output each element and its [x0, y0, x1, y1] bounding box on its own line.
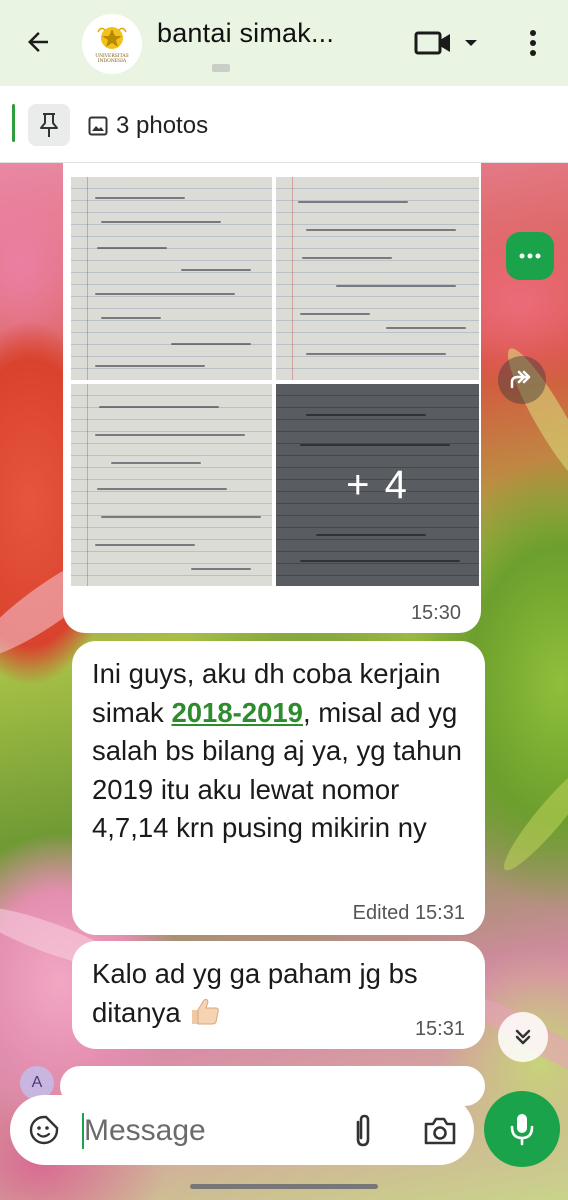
message-text: Ini guys, aku dh coba kerjain simak 2018… [92, 658, 462, 843]
forward-icon [510, 370, 531, 389]
message-time: 15:31 [414, 1018, 465, 1040]
pin-icon [40, 113, 58, 137]
text-message-bubble[interactable]: Kalo ad yg ga paham jg bs ditanya 15:31 [72, 941, 485, 1049]
forward-button[interactable] [498, 356, 546, 404]
photo-thumbnail-more[interactable]: + 4 [276, 384, 479, 586]
more-horiz-icon [519, 253, 541, 259]
photo-thumbnail[interactable] [71, 177, 272, 380]
pinned-message-bar[interactable] [0, 86, 568, 163]
message-link[interactable]: 2018-2019 [171, 697, 303, 728]
mic-icon [510, 1114, 534, 1146]
edited-label: Edited [352, 902, 410, 924]
attach-button[interactable] [346, 1112, 380, 1150]
message-text: Kalo ad yg ga paham jg bs ditanya [92, 958, 418, 1028]
chat-title[interactable]: bantai simak... [157, 18, 334, 49]
more-vert-icon [530, 30, 536, 56]
camera-icon [424, 1117, 456, 1145]
chevron-down-icon [465, 40, 477, 46]
more-photos-count: + 4 [346, 462, 409, 507]
voice-message-button[interactable] [484, 1091, 560, 1167]
pinned-indicator [12, 104, 15, 142]
university-emblem-icon [97, 27, 127, 49]
home-indicator[interactable] [190, 1184, 378, 1189]
subtitle-redacted [212, 64, 230, 72]
scroll-to-bottom-button[interactable] [498, 1012, 548, 1062]
more-options-button[interactable] [520, 26, 546, 60]
pinned-label: 3 photos [116, 112, 209, 139]
arrow-left-icon [28, 32, 48, 52]
avatar-caption: UNIVERSITAS INDONESIA [95, 54, 129, 64]
photo-message-bubble[interactable]: + 4 15:30 [63, 163, 481, 633]
video-call-button[interactable] [414, 26, 486, 60]
photo-thumbnail[interactable] [276, 177, 479, 380]
text-message-bubble[interactable]: Ini guys, aku dh coba kerjain simak 2018… [72, 641, 485, 935]
pin-button[interactable] [28, 104, 70, 146]
sticker-icon [29, 1115, 59, 1145]
paperclip-icon [356, 1114, 370, 1147]
group-avatar[interactable]: UNIVERSITAS INDONESIA [82, 14, 142, 74]
back-button[interactable] [18, 22, 58, 62]
message-meta: Edited 15:31 [353, 902, 465, 925]
image-icon [88, 116, 108, 136]
photo-thumbnail[interactable] [71, 384, 272, 586]
double-chevron-down-icon [515, 1029, 531, 1045]
pinned-summary[interactable]: 3 photos [88, 112, 208, 140]
thumbs-up-emoji-icon [192, 998, 220, 1024]
video-call-icon [414, 31, 450, 55]
sticker-button[interactable] [28, 1114, 60, 1146]
camera-button[interactable] [422, 1114, 458, 1148]
message-time: 15:31 [414, 902, 465, 924]
message-input[interactable] [84, 1106, 334, 1156]
message-time: 15:30 [410, 602, 461, 624]
chat-actions-button[interactable] [506, 232, 554, 280]
